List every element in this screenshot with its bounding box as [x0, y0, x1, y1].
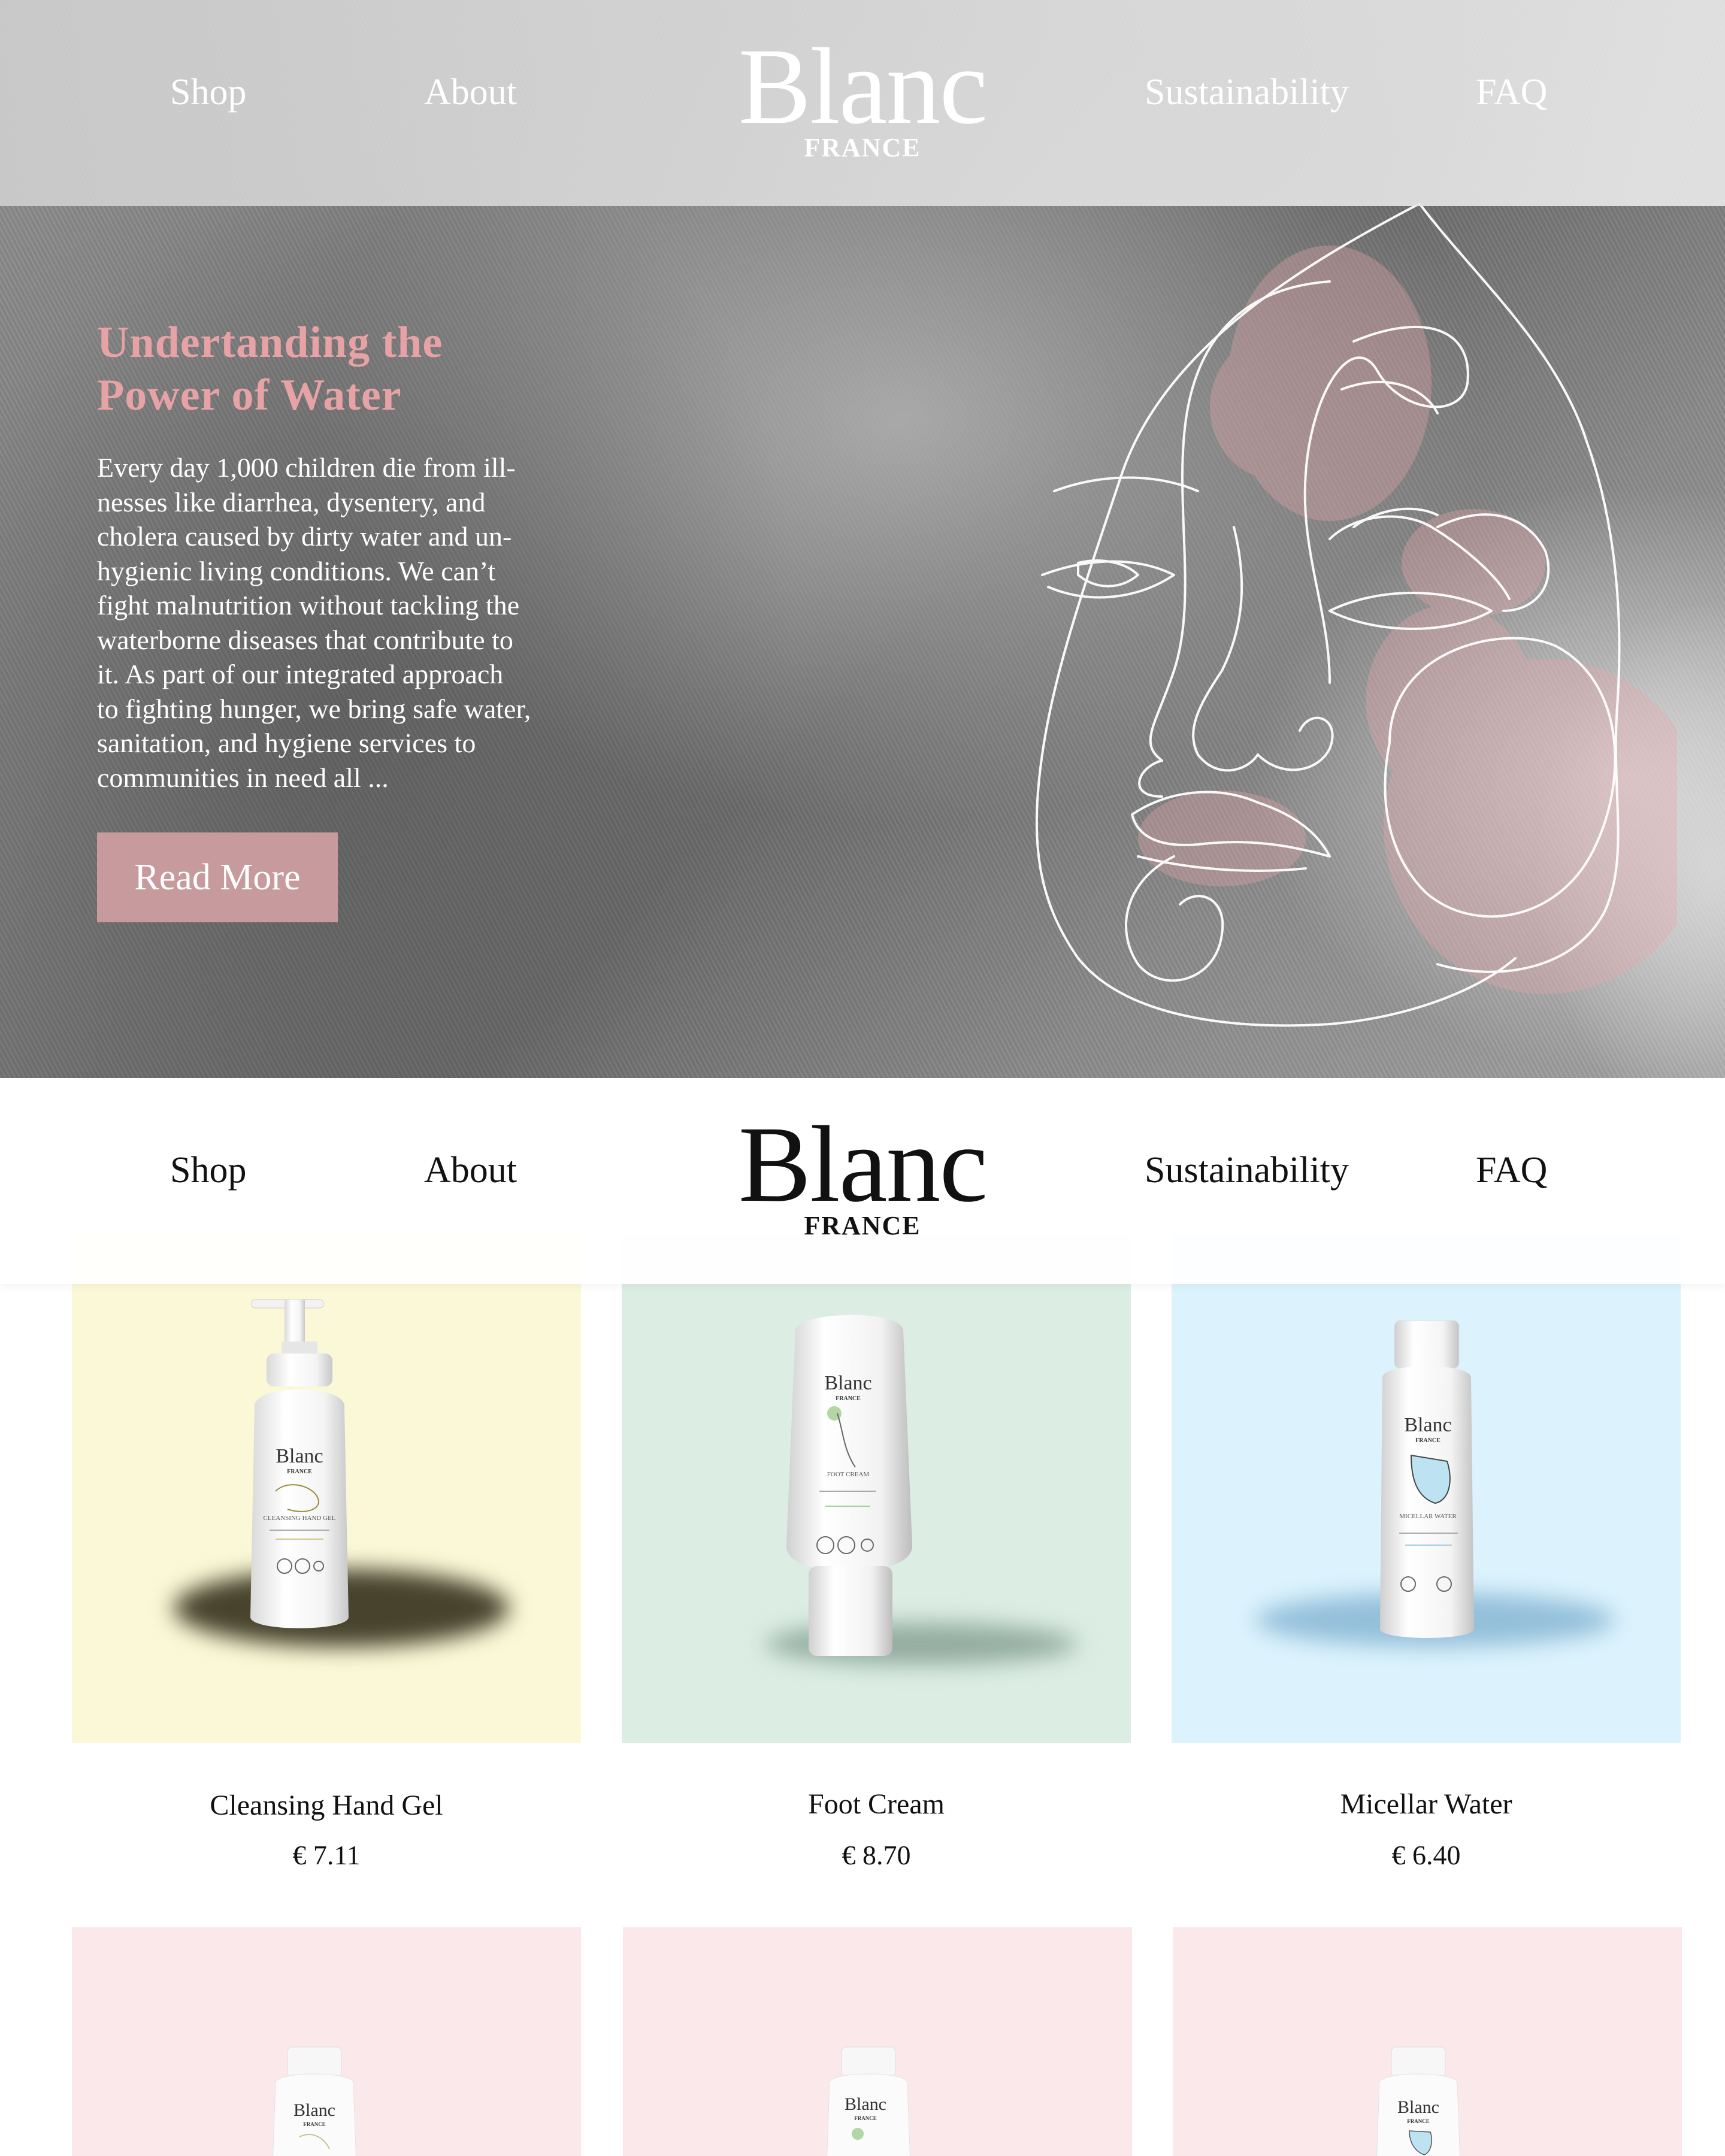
product-image[interactable]: Blanc FRANCE — [72, 1927, 581, 2156]
hero-body-line: waterborne diseases that contribute to — [97, 624, 513, 655]
bottle-icon: Blanc FRANCE MICELLAR WATER — [1380, 1320, 1474, 1638]
product-name[interactable]: Foot Cream — [622, 1786, 1131, 1822]
hero-body-line: to fighting hunger, we bring safe water, — [97, 693, 531, 724]
product-image[interactable]: Blanc FRANCE CLEANSING HAND GEL — [72, 1234, 581, 1743]
product-price: € 6.40 — [1391, 1840, 1461, 1870]
product-image[interactable]: Blanc FRANCE — [1173, 1927, 1682, 2156]
product-card[interactable]: Blanc FRANCE — [623, 1927, 1132, 2156]
bottle-brand: Blanc — [276, 1445, 323, 1467]
hero-body-line: communities in need all ... — [97, 762, 389, 793]
nav-link-faq[interactable]: FAQ — [1476, 1149, 1547, 1192]
product-card-foot-cream[interactable]: Blanc FRANCE FOOT CREAM Foot Cream € 8.7… — [622, 1234, 1131, 1870]
bottle-brand-sub: FRANCE — [1407, 2118, 1430, 2124]
bottle-brand: Blanc — [1404, 1414, 1451, 1436]
squeeze-tube-icon: Blanc FRANCE FOOT CREAM — [786, 1315, 913, 1656]
tube-brand: Blanc — [824, 1372, 871, 1394]
bottle-brand-sub: FRANCE — [854, 2115, 877, 2121]
product-name[interactable]: Cleansing Hand Gel — [72, 1788, 581, 1824]
hero-body-line: sanitation, and hygiene services to — [97, 728, 476, 758]
hero-title: Undertanding the Power of Water — [97, 316, 636, 422]
bottle-brand: Blanc — [845, 2094, 886, 2114]
bottle-brand-sub: FRANCE — [1415, 1437, 1440, 1444]
hero-body-line: fight malnutrition without tackling the — [97, 590, 520, 620]
nav-link-faq[interactable]: FAQ — [1476, 71, 1547, 114]
hero-body-line: cholera caused by dirty water and un- — [97, 521, 512, 552]
product-card[interactable]: Blanc FRANCE — [1173, 1927, 1682, 2156]
product-card-cleansing-hand-gel[interactable]: Blanc FRANCE CLEANSING HAND GEL Cleansin… — [72, 1234, 581, 1870]
hero-body-text: Every day 1,000 children die from ill- n… — [97, 450, 588, 795]
tube-brand-sub: FRANCE — [836, 1395, 861, 1402]
bottle-label: CLEANSING HAND GEL — [264, 1515, 336, 1522]
bottle-brand-sub: FRANCE — [287, 1468, 312, 1475]
top-navigation-bar: Shop About Blanc FRANCE Sustainability F… — [0, 0, 1725, 206]
hero-body-line: hygienic living conditions. We can’t — [97, 555, 496, 586]
hero-body-line: nesses like diarrhea, dysentery, and — [97, 486, 486, 517]
bottle-icon: Blanc FRANCE — [827, 2046, 910, 2156]
pump-bottle-icon: Blanc FRANCE CLEANSING HAND GEL — [250, 1299, 349, 1628]
brand-logo[interactable]: Blanc FRANCE — [719, 1108, 1006, 1241]
sticky-navigation-bar: Shop About Blanc FRANCE Sustainability F… — [0, 1078, 1725, 1284]
bottle-brand-sub: FRANCE — [303, 2121, 326, 2127]
read-more-button[interactable]: Read More — [97, 832, 338, 922]
hero-title-line-1: Undertanding the — [97, 318, 443, 367]
brand-logo-wordmark: Blanc — [738, 1104, 988, 1225]
face-line-art-illustration — [1035, 202, 1677, 1027]
hero-body-line: Every day 1,000 children die from ill- — [97, 452, 516, 483]
brand-logo[interactable]: Blanc FRANCE — [719, 30, 1006, 163]
tube-label: FOOT CREAM — [827, 1471, 870, 1478]
product-image[interactable]: Blanc FRANCE — [623, 1927, 1132, 2156]
product-price: € 7.11 — [292, 1840, 361, 1870]
hero-body-line: it. As part of our integrated approach — [97, 659, 504, 689]
product-image[interactable]: Blanc FRANCE MICELLAR WATER — [1172, 1234, 1681, 1743]
product-card[interactable]: Blanc FRANCE — [72, 1927, 581, 2156]
product-price: € 8.70 — [842, 1840, 911, 1870]
nav-link-sustainability[interactable]: Sustainability — [1145, 1149, 1349, 1192]
nav-link-sustainability[interactable]: Sustainability — [1145, 71, 1349, 114]
product-name[interactable]: Micellar Water — [1172, 1786, 1681, 1822]
bottle-label: MICELLAR WATER — [1399, 1513, 1457, 1520]
nav-link-about[interactable]: About — [424, 71, 517, 114]
bottle-icon: Blanc FRANCE — [273, 2046, 356, 2156]
product-card-micellar-water[interactable]: Blanc FRANCE MICELLAR WATER Micellar Wat… — [1172, 1234, 1681, 1870]
bottle-brand: Blanc — [293, 2100, 335, 2120]
nav-link-about[interactable]: About — [424, 1149, 517, 1192]
nav-link-shop[interactable]: Shop — [170, 1149, 246, 1192]
bottle-brand: Blanc — [1397, 2097, 1439, 2117]
product-image[interactable]: Blanc FRANCE FOOT CREAM — [622, 1234, 1131, 1743]
brand-logo-wordmark: Blanc — [738, 26, 988, 147]
bottle-icon: Blanc FRANCE — [1376, 2046, 1460, 2156]
nav-link-shop[interactable]: Shop — [170, 71, 246, 114]
hero-title-line-2: Power of Water — [97, 371, 402, 420]
